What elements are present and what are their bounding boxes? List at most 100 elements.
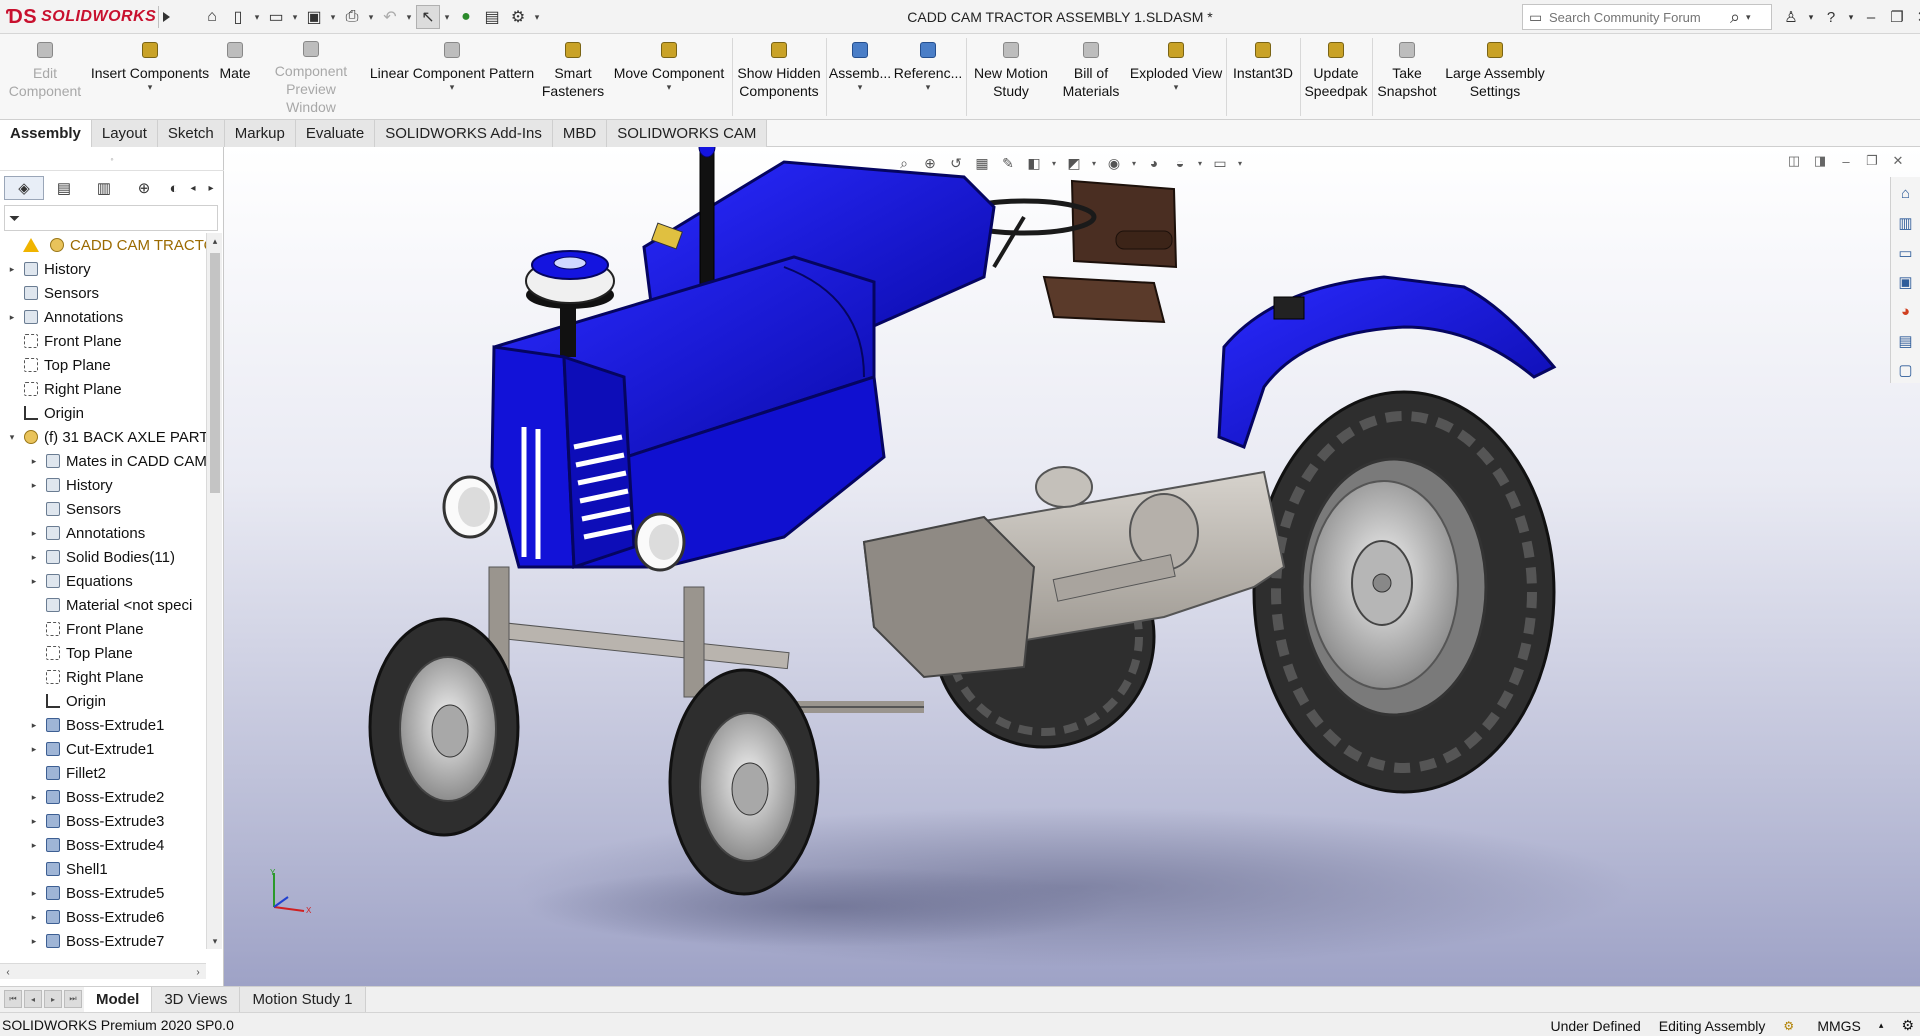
display-manager-tab-icon[interactable]: ◐ xyxy=(164,176,184,200)
graphics-area[interactable]: ⌕ ⊕ ↺ ▦ ✎ ◧ ▾ ◩ ▾ ◉ ▾ ◕ ◒ ▾ ▭ ▾ ◫ ◨ – ❐ … xyxy=(224,147,1920,986)
tree-node[interactable]: ▸ Solid Bodies(11) xyxy=(0,545,206,569)
expand-arrow-icon[interactable]: ▸ xyxy=(28,840,40,851)
chevron-down-icon[interactable]: ▾ xyxy=(1236,153,1244,173)
tractor-model[interactable] xyxy=(224,147,1920,986)
dynamic-annotation-icon[interactable]: ✎ xyxy=(998,153,1018,173)
edit-appearance-icon[interactable]: ◕ xyxy=(1144,153,1164,173)
tree-node[interactable]: Right Plane xyxy=(0,665,206,689)
tab-layout[interactable]: Layout xyxy=(91,120,158,147)
tree-node[interactable]: ▸ History xyxy=(0,257,206,281)
select-cursor-icon[interactable]: ↖ xyxy=(416,5,440,29)
chevron-down-icon[interactable]: ▾ xyxy=(1090,153,1098,173)
scroll-thumb[interactable] xyxy=(210,253,220,493)
view-palette-icon[interactable]: ▣ xyxy=(1894,269,1918,294)
expand-arrow-icon[interactable]: ▸ xyxy=(28,744,40,755)
home-icon[interactable]: ⌂ xyxy=(200,5,224,29)
tree-node[interactable]: Top Plane xyxy=(0,353,206,377)
minimize-icon[interactable]: – xyxy=(1838,153,1854,169)
tree-node[interactable]: Fillet2 xyxy=(0,761,206,785)
undo-icon[interactable]: ↶ xyxy=(378,5,402,29)
tree-node[interactable]: Right Plane xyxy=(0,377,206,401)
show-hidden-components-button[interactable]: Show Hidden Components xyxy=(734,38,824,116)
close-icon[interactable]: ✕ xyxy=(1890,153,1906,169)
tab-3d-views[interactable]: 3D Views xyxy=(152,987,241,1012)
tree-node[interactable]: Sensors xyxy=(0,497,206,521)
user-caret-icon[interactable]: ▾ xyxy=(1806,6,1816,28)
tree-node[interactable]: ▸ Boss-Extrude6 xyxy=(0,905,206,929)
expand-arrow-icon[interactable]: ▸ xyxy=(6,312,18,323)
instant3d-button[interactable]: Instant3D xyxy=(1228,38,1298,116)
smart-fasteners-button[interactable]: Smart Fasteners xyxy=(542,38,604,116)
tree-node[interactable]: ▸ Annotations xyxy=(0,521,206,545)
print-icon[interactable]: ⎙ xyxy=(340,5,364,29)
scroll-left-icon[interactable]: ‹ xyxy=(0,964,16,980)
expand-arrow-icon[interactable]: ▸ xyxy=(28,912,40,923)
apply-scene-icon[interactable]: ◒ xyxy=(1170,153,1190,173)
help-caret-icon[interactable]: ▾ xyxy=(1846,6,1856,28)
open-caret-icon[interactable]: ▾ xyxy=(290,5,300,29)
expand-arrow-icon[interactable]: ▸ xyxy=(28,552,40,563)
rear-wheel[interactable] xyxy=(1252,390,1556,794)
tree-node[interactable]: ▸ Boss-Extrude1 xyxy=(0,713,206,737)
tree-node[interactable]: Shell1 xyxy=(0,857,206,881)
chevron-down-icon[interactable]: ▾ xyxy=(858,82,863,92)
front-grille[interactable] xyxy=(490,345,636,570)
move-component-button[interactable]: Move Component ▾ xyxy=(606,38,732,116)
select-caret-icon[interactable]: ▾ xyxy=(442,5,452,29)
expand-arrow-icon[interactable]: ▸ xyxy=(28,936,40,947)
solidworks-resources-icon[interactable]: ⌂ xyxy=(1894,181,1918,206)
traffic-light-icon[interactable]: ● xyxy=(454,5,478,29)
tabs-right-arrow-icon[interactable]: ▸ xyxy=(202,176,220,200)
tree-node[interactable]: ▸ Boss-Extrude3 xyxy=(0,809,206,833)
close-icon[interactable]: ✕ xyxy=(1912,6,1920,28)
tab-markup[interactable]: Markup xyxy=(224,120,296,147)
chevron-down-icon[interactable]: ▾ xyxy=(1130,153,1138,173)
view-orientation-icon[interactable]: ◧ xyxy=(1024,153,1044,173)
update-speedpak-button[interactable]: Update Speedpak xyxy=(1302,38,1370,116)
tree-node[interactable]: Origin xyxy=(0,689,206,713)
expand-arrow-icon[interactable]: ▸ xyxy=(28,816,40,827)
tree-node[interactable]: ▸ Equations xyxy=(0,569,206,593)
property-manager-tab-icon[interactable]: ▤ xyxy=(44,176,84,200)
tile-right-icon[interactable]: ◨ xyxy=(1812,153,1828,169)
front-left-wheel[interactable] xyxy=(368,617,520,837)
previous-view-icon[interactable]: ↺ xyxy=(946,153,966,173)
scroll-down-icon[interactable]: ▾ xyxy=(207,933,223,949)
tree-node[interactable]: Front Plane xyxy=(0,617,206,641)
appearances-icon[interactable]: ◕ xyxy=(1894,299,1918,324)
tree-node[interactable]: Sensors xyxy=(0,281,206,305)
configuration-manager-tab-icon[interactable]: ▥ xyxy=(84,176,124,200)
expand-arrow-icon[interactable]: ▸ xyxy=(28,456,40,467)
file-explorer-icon[interactable]: ▭ xyxy=(1894,240,1918,265)
chevron-down-icon[interactable]: ▾ xyxy=(1050,153,1058,173)
tree-node[interactable]: Top Plane xyxy=(0,641,206,665)
search-caret-icon[interactable]: ▾ xyxy=(1746,12,1758,23)
expand-arrow-icon[interactable]: ▸ xyxy=(28,576,40,587)
tree-node[interactable]: Material <not speci xyxy=(0,593,206,617)
tree-filter[interactable]: ⏷ xyxy=(4,205,218,231)
file-properties-icon[interactable]: ▤ xyxy=(480,5,504,29)
tab-assembly[interactable]: Assembly xyxy=(0,120,92,147)
new-motion-study-button[interactable]: New Motion Study xyxy=(968,38,1054,116)
chevron-down-icon[interactable]: ▾ xyxy=(450,82,455,92)
scroll-right-icon[interactable]: › xyxy=(190,964,206,980)
save-caret-icon[interactable]: ▾ xyxy=(328,5,338,29)
new-document-icon[interactable]: ▯ xyxy=(226,5,250,29)
options-gear-icon[interactable]: ⚙ xyxy=(506,5,530,29)
open-folder-icon[interactable]: ▭ xyxy=(264,5,288,29)
display-style-icon[interactable]: ◩ xyxy=(1064,153,1084,173)
tree-node[interactable]: CADD CAM TRACTOR ... xyxy=(0,233,206,257)
prev-tab-icon[interactable]: ◂ xyxy=(24,990,42,1008)
undo-caret-icon[interactable]: ▾ xyxy=(404,5,414,29)
expand-arrow-icon[interactable]: ▸ xyxy=(28,792,40,803)
tab-motion-study[interactable]: Motion Study 1 xyxy=(240,987,366,1012)
solidworks-logo[interactable]: ƊS SOLIDWORKS xyxy=(6,3,156,31)
take-snapshot-button[interactable]: Take Snapshot xyxy=(1374,38,1440,116)
tree-node[interactable]: ▸ History xyxy=(0,473,206,497)
tree-node[interactable]: ▸ Boss-Extrude2 xyxy=(0,785,206,809)
tree-horizontal-scrollbar[interactable]: ‹ › xyxy=(0,963,206,979)
minimize-icon[interactable]: – xyxy=(1860,6,1882,28)
tab-sketch[interactable]: Sketch xyxy=(157,120,225,147)
panel-collapse-handle[interactable]: ◦ xyxy=(0,147,224,171)
menu-expand-arrow[interactable] xyxy=(158,6,172,28)
